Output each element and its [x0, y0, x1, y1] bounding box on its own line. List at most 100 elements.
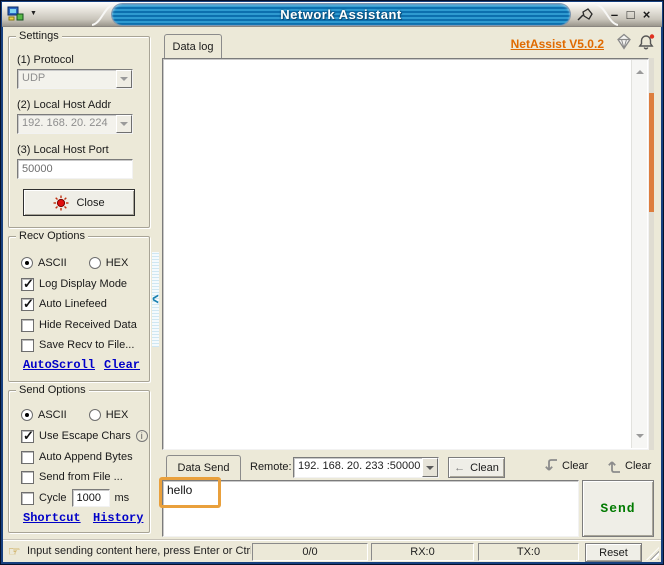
cycle-unit-label: ms	[115, 492, 130, 504]
recv-hex-radio[interactable]	[89, 257, 101, 269]
dropdown-arrow-icon[interactable]	[116, 115, 132, 133]
send-options-title: Send Options	[16, 384, 89, 396]
save-recv-to-file-label: Save Recv to File...	[39, 339, 134, 351]
autoscroll-link[interactable]: AutoScroll	[23, 358, 95, 372]
resize-grip[interactable]	[646, 547, 659, 560]
body-area: Settings (1) Protocol UDP (2) Local Host…	[3, 27, 661, 562]
clear-recv-label: Clear	[562, 460, 588, 472]
close-window-button[interactable]: ×	[639, 6, 654, 23]
use-escape-chars-checkbox[interactable]	[21, 430, 34, 443]
clean-button[interactable]: ← Clean	[448, 457, 505, 478]
remote-host-select[interactable]: 192. 168. 20. 233 :50000	[293, 457, 439, 478]
system-menu-arrow-icon[interactable]: ▼	[30, 10, 37, 18]
send-hex-radio[interactable]	[89, 409, 101, 421]
log-display-mode-checkbox[interactable]	[21, 278, 34, 291]
close-connection-label: Close	[76, 197, 104, 209]
clear-recv-button[interactable]: Clear	[544, 457, 588, 475]
auto-linefeed-label: Auto Linefeed	[39, 298, 107, 310]
send-options-group: Send Options ASCII HEX Use Escape Chars …	[8, 390, 150, 533]
send-button-label: Send	[600, 501, 635, 516]
data-log-content	[165, 61, 628, 447]
app-icon[interactable]	[7, 5, 25, 23]
pin-icon[interactable]	[576, 6, 594, 23]
save-recv-to-file-checkbox[interactable]	[21, 339, 34, 352]
local-port-label: (3) Local Host Port	[17, 142, 109, 158]
title-bar[interactable]: ▼ Network Assistant – □ ×	[2, 2, 662, 27]
send-hex-label: HEX	[106, 409, 129, 421]
reset-button[interactable]: Reset	[585, 543, 642, 562]
scroll-up-icon[interactable]	[636, 66, 644, 74]
minimize-button[interactable]: –	[607, 6, 622, 23]
send-from-file-checkbox[interactable]	[21, 471, 34, 484]
auto-append-bytes-checkbox[interactable]	[21, 451, 34, 464]
app-window: ▼ Network Assistant – □ × Settings (1) P…	[0, 0, 664, 565]
diamond-icon[interactable]	[615, 33, 633, 50]
protocol-select[interactable]: UDP	[17, 69, 133, 89]
tab-data-send-label: Data Send	[178, 462, 230, 474]
recv-hex-label: HEX	[106, 257, 129, 269]
tab-data-log-label: Data log	[173, 41, 214, 53]
protocol-label: (1) Protocol	[17, 52, 74, 68]
recv-options-title: Recv Options	[16, 230, 88, 242]
notification-bell-icon[interactable]	[637, 33, 656, 51]
clean-button-label: Clean	[470, 462, 499, 474]
scroll-down-icon[interactable]	[636, 434, 644, 442]
close-connection-button[interactable]: Close	[23, 189, 135, 216]
tab-data-log[interactable]: Data log	[164, 34, 222, 58]
cycle-checkbox[interactable]	[21, 492, 34, 505]
recv-clear-link[interactable]: Clear	[104, 358, 140, 372]
settings-group-title: Settings	[16, 30, 62, 42]
status-hint: Input sending content here, press Enter …	[27, 545, 251, 557]
remote-label: Remote:	[250, 461, 292, 473]
status-tx: TX:0	[478, 543, 579, 561]
maximize-button[interactable]: □	[623, 6, 638, 23]
send-from-file-label: Send from File ...	[39, 471, 123, 483]
hide-received-data-checkbox[interactable]	[21, 319, 34, 332]
send-button[interactable]: Send	[582, 480, 654, 537]
left-arrow-icon: ←	[454, 462, 465, 474]
settings-group: Settings (1) Protocol UDP (2) Local Host…	[8, 36, 150, 228]
status-rx: RX:0	[371, 543, 474, 561]
title-pill: Network Assistant	[112, 4, 570, 25]
recv-options-group: Recv Options ASCII HEX Log Display Mode …	[8, 236, 150, 382]
led-icon	[53, 195, 69, 211]
local-port-input[interactable]	[17, 159, 133, 179]
auto-linefeed-checkbox[interactable]	[21, 298, 34, 311]
cycle-interval-input[interactable]	[72, 489, 110, 507]
window-title: Network Assistant	[280, 7, 401, 22]
protocol-value: UDP	[18, 70, 116, 88]
clear-send-button[interactable]: Clear	[607, 457, 651, 475]
recv-ascii-label: ASCII	[38, 257, 67, 269]
info-icon[interactable]: i	[136, 430, 148, 442]
remote-host-value: 192. 168. 20. 233 :50000	[294, 458, 422, 477]
chevron-left-icon: <	[152, 291, 158, 309]
send-input[interactable]: hello	[162, 480, 579, 537]
arrow-curve-up-icon	[607, 457, 621, 475]
edge-scroll-indicator[interactable]	[649, 93, 654, 212]
dropdown-arrow-icon[interactable]	[422, 458, 438, 477]
shortcut-link[interactable]: Shortcut	[23, 511, 81, 525]
data-log-scrollbar[interactable]	[631, 60, 647, 448]
status-bar: ☞ Input sending content here, press Ente…	[3, 539, 661, 562]
history-link[interactable]: History	[93, 511, 143, 525]
reset-button-label: Reset	[599, 547, 628, 559]
local-addr-label: (2) Local Host Addr	[17, 97, 111, 113]
dropdown-arrow-icon[interactable]	[116, 70, 132, 88]
send-ascii-label: ASCII	[38, 409, 67, 421]
arrow-curve-down-icon	[544, 457, 558, 475]
auto-append-bytes-label: Auto Append Bytes	[39, 451, 133, 463]
local-addr-value: 192. 168. 20. 224	[18, 115, 116, 133]
log-display-mode-label: Log Display Mode	[39, 278, 127, 290]
local-addr-select[interactable]: 192. 168. 20. 224	[17, 114, 133, 134]
status-counter: 0/0	[252, 543, 368, 561]
cycle-label: Cycle	[39, 492, 67, 504]
tab-data-send[interactable]: Data Send	[166, 455, 241, 480]
hide-received-data-label: Hide Received Data	[39, 319, 137, 331]
version-link[interactable]: NetAssist V5.0.2	[508, 37, 604, 51]
data-log-area[interactable]	[162, 58, 649, 450]
panel-collapse-splitter[interactable]: <	[152, 252, 159, 347]
send-ascii-radio[interactable]	[21, 409, 33, 421]
clear-send-label: Clear	[625, 460, 651, 472]
recv-ascii-radio[interactable]	[21, 257, 33, 269]
use-escape-chars-label: Use Escape Chars	[39, 430, 131, 442]
